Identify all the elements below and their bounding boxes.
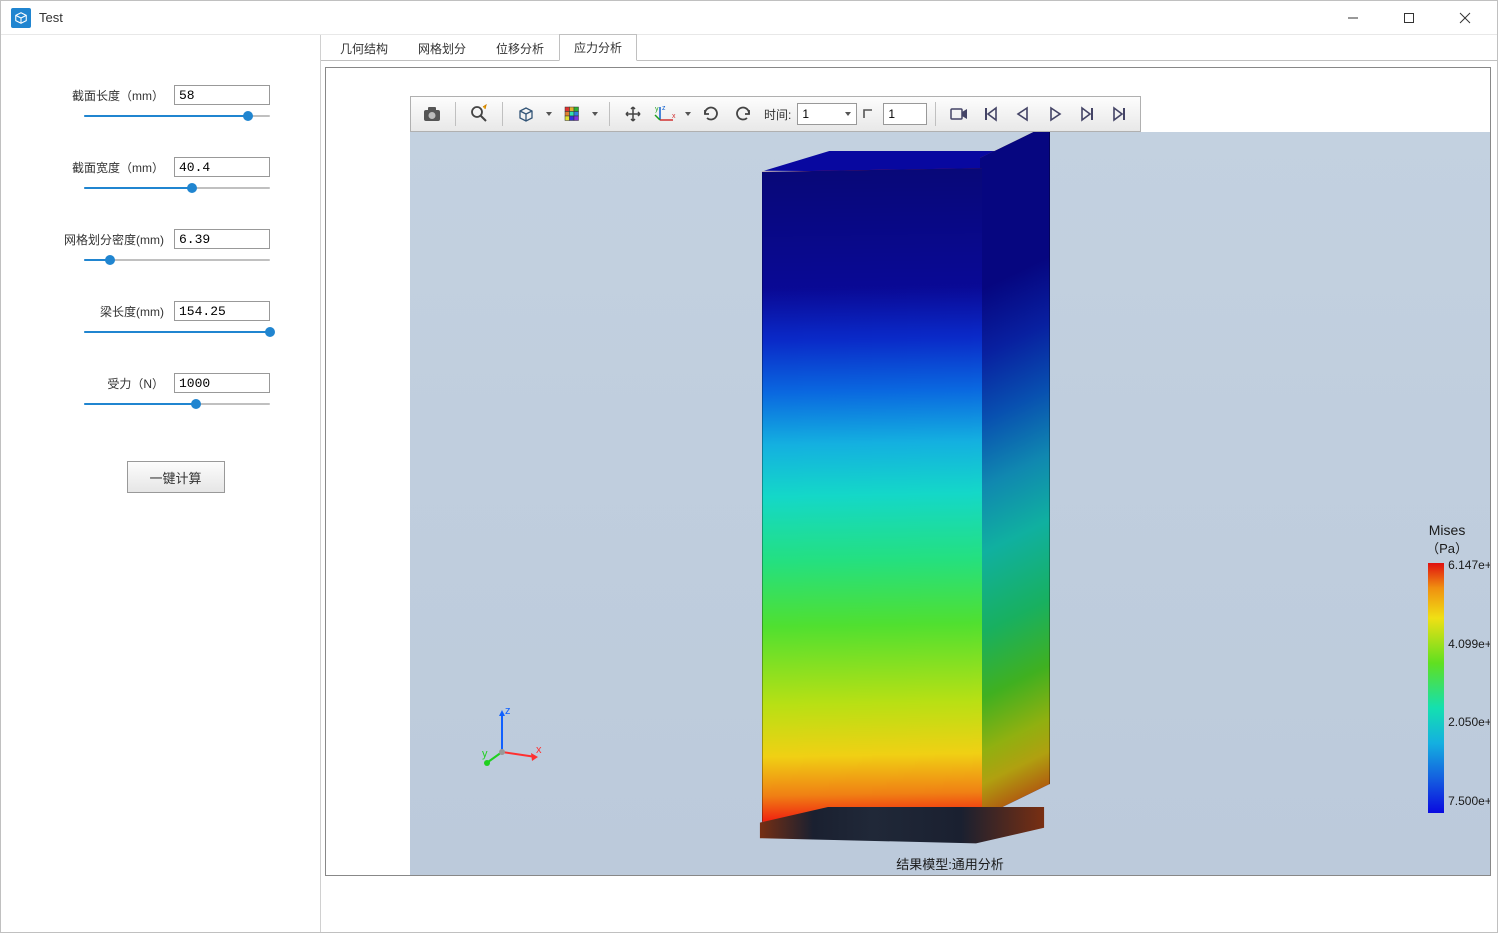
step-forward-icon[interactable]	[1072, 100, 1102, 128]
time-label: 时间:	[764, 106, 791, 123]
titlebar: Test	[1, 1, 1497, 35]
maximize-button[interactable]	[1381, 1, 1437, 34]
app-icon	[11, 8, 31, 28]
param-row: 截面宽度（mm）	[1, 157, 300, 177]
param-label: 截面宽度（mm）	[72, 159, 164, 176]
param-slider[interactable]	[84, 397, 270, 411]
zoom-icon[interactable]	[464, 100, 494, 128]
window-title: Test	[39, 10, 1325, 25]
param-row: 梁长度(mm)	[1, 301, 300, 321]
param-label: 受力（N）	[107, 375, 164, 392]
svg-text:x: x	[672, 113, 676, 120]
skip-first-icon[interactable]	[976, 100, 1006, 128]
cube-outline-icon[interactable]	[511, 100, 541, 128]
legend-tick: 4.099e+06	[1448, 637, 1490, 651]
rotate-ccw-icon[interactable]	[696, 100, 726, 128]
param-input[interactable]	[174, 85, 270, 105]
color-dropdown-icon[interactable]	[589, 110, 601, 118]
tabs: 几何结构网格划分位移分析应力分析	[321, 35, 1497, 61]
pan-icon[interactable]	[618, 100, 648, 128]
axis-z-label: z	[505, 705, 511, 717]
app-window: Test 截面长度（mm） 截面宽度（mm） 网格划分密度(mm) 梁长度(mm…	[0, 0, 1498, 933]
svg-text:y: y	[655, 106, 659, 113]
legend-tick: 2.050e+06	[1448, 715, 1490, 729]
param-input[interactable]	[174, 301, 270, 321]
minimize-button[interactable]	[1325, 1, 1381, 34]
param-row: 截面长度（mm）	[1, 85, 300, 105]
cube-dropdown-icon[interactable]	[543, 110, 555, 118]
tab-3[interactable]: 应力分析	[559, 34, 637, 61]
tab-2[interactable]: 位移分析	[481, 35, 559, 61]
legend-tick: 7.500e+02	[1448, 794, 1490, 808]
param-slider[interactable]	[84, 253, 270, 267]
param-slider[interactable]	[84, 109, 270, 123]
param-label: 截面长度（mm）	[72, 87, 164, 104]
beam-model	[762, 152, 1062, 842]
tab-1[interactable]: 网格划分	[403, 35, 481, 61]
param-label: 梁长度(mm)	[100, 303, 164, 320]
time-select[interactable]: 1	[797, 103, 857, 125]
legend-title: Mises	[1426, 522, 1468, 538]
param-slider[interactable]	[84, 325, 270, 339]
param-label: 网格划分密度(mm)	[64, 231, 164, 248]
screenshot-icon[interactable]	[417, 100, 447, 128]
param-row: 受力（N）	[1, 373, 300, 393]
color-cube-icon[interactable]	[557, 100, 587, 128]
axis-y-label: y	[482, 748, 488, 760]
param-input[interactable]	[174, 229, 270, 249]
legend-unit: （Pa）	[1426, 538, 1468, 557]
frame-spinner[interactable]: 1	[883, 103, 927, 125]
viewport[interactable]: z x y 结果模型:通用分析 Mises （Pa） 6.147e+064.09…	[410, 132, 1490, 875]
svg-text:z: z	[662, 105, 666, 112]
step-back-icon[interactable]	[1008, 100, 1038, 128]
color-legend: Mises （Pa） 6.147e+064.099e+062.050e+067.…	[1426, 522, 1468, 813]
main-panel: 几何结构网格划分位移分析应力分析 xyz	[321, 35, 1497, 932]
param-input[interactable]	[174, 157, 270, 177]
window-controls	[1325, 1, 1493, 34]
result-caption: 结果模型:通用分析	[896, 854, 1004, 873]
skip-last-icon[interactable]	[1104, 100, 1134, 128]
axes-dropdown-icon[interactable]	[682, 110, 694, 118]
viewer-toolbar: x yz 时间: 1 1	[410, 96, 1141, 132]
orientation-triad: z x y	[482, 702, 552, 772]
param-slider[interactable]	[84, 181, 270, 195]
render-area: z x y 结果模型:通用分析 Mises （Pa） 6.147e+064.09…	[410, 132, 1490, 875]
viewer-frame: xyz 时间: 1 1	[325, 67, 1491, 876]
play-icon[interactable]	[1040, 100, 1070, 128]
legend-bar	[1428, 563, 1444, 813]
toggle-icon[interactable]	[859, 100, 881, 128]
calculate-button[interactable]: 一键计算	[127, 461, 225, 493]
record-icon[interactable]	[944, 100, 974, 128]
axis-x-label: x	[536, 744, 542, 756]
rotate-cw-icon[interactable]	[728, 100, 758, 128]
tab-0[interactable]: 几何结构	[325, 35, 403, 61]
legend-tick: 6.147e+06	[1448, 558, 1490, 572]
param-input[interactable]	[174, 373, 270, 393]
sidebar: 截面长度（mm） 截面宽度（mm） 网格划分密度(mm) 梁长度(mm) 受力（…	[1, 35, 321, 932]
param-row: 网格划分密度(mm)	[1, 229, 300, 249]
axes-icon[interactable]: x yz	[650, 100, 680, 128]
close-button[interactable]	[1437, 1, 1493, 34]
